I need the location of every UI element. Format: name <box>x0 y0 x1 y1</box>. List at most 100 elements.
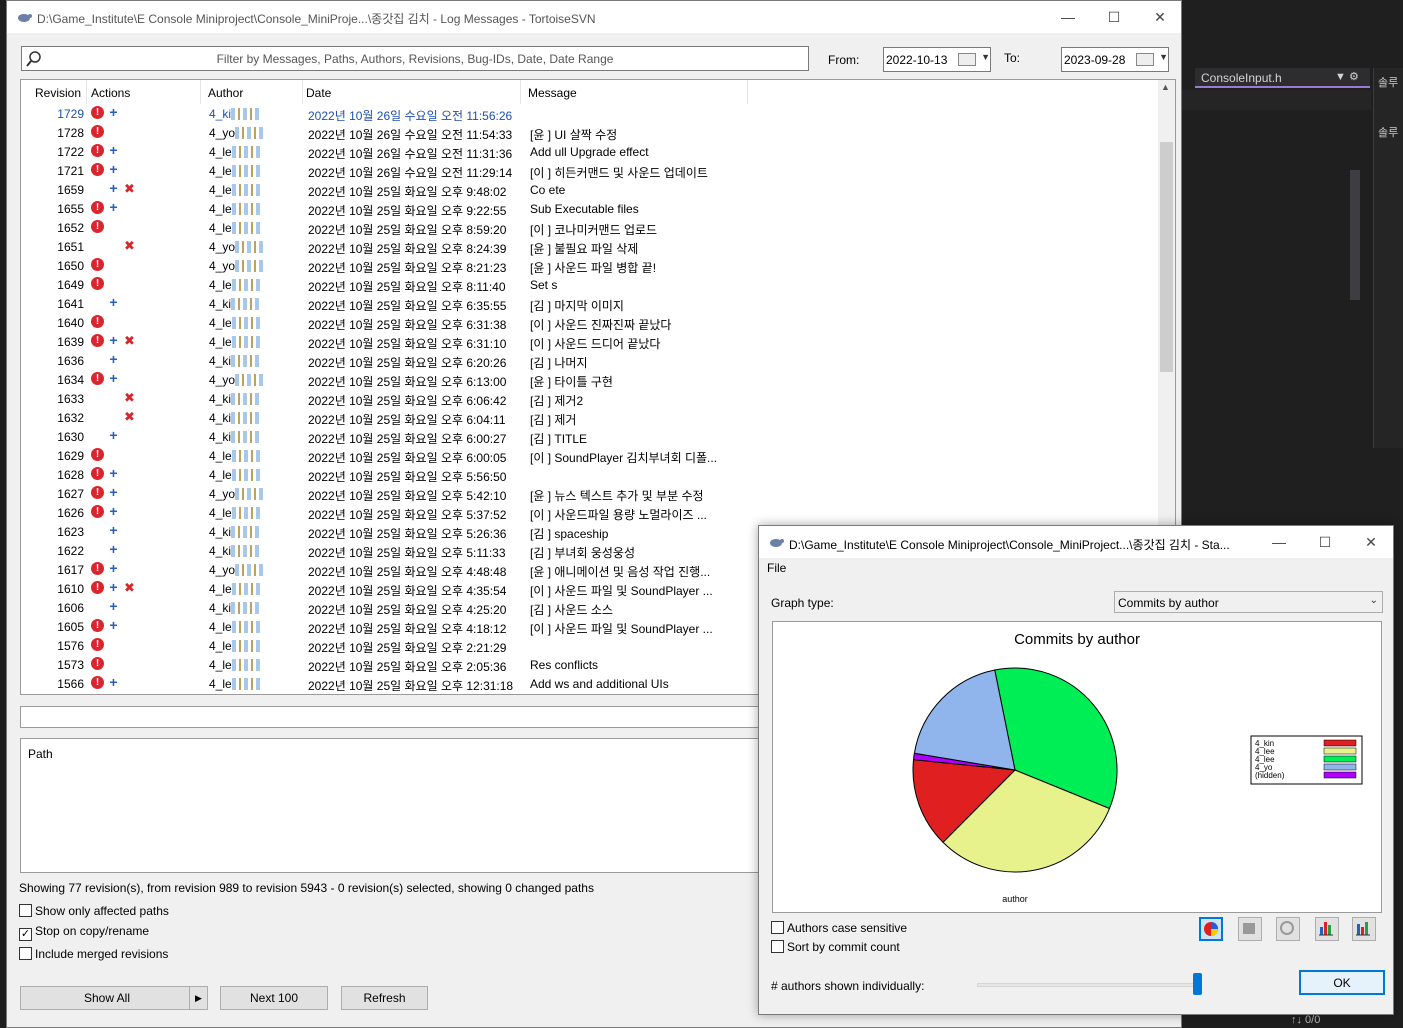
actions-cell: + <box>91 543 181 559</box>
pie-chart-icon[interactable] <box>1199 917 1223 941</box>
table-row[interactable]: 1640! 4_le 2022년 10월 25일 화요일 오후 6:31:38 [이 … <box>21 313 751 332</box>
date-cell: 2022년 10월 25일 화요일 오후 2:21:29 <box>308 641 507 655</box>
show-affected-paths-checkbox[interactable]: Show only affected paths <box>19 904 169 918</box>
table-row[interactable]: 1617! +4_yo 2022년 10월 25일 화요일 오후 4:48:48 [윤… <box>21 560 751 579</box>
table-row[interactable]: 1651 ✖ 4_yo 2022년 10월 25일 화요일 오후 8:24:39 [윤 … <box>21 237 751 256</box>
to-date-picker[interactable]: 2023-09-28 ▼ <box>1061 47 1169 72</box>
calendar-icon[interactable] <box>958 53 976 66</box>
redacted-block <box>235 374 266 386</box>
column-header-author[interactable]: Author <box>208 80 303 104</box>
revision-cell: 1632 <box>57 411 84 425</box>
stats-title-bar[interactable]: D:\Game_Institute\E Console Miniproject\… <box>759 526 1393 558</box>
table-row[interactable]: 1722! +4_le 2022년 10월 26일 수요일 오전 11:31:36 A… <box>21 142 751 161</box>
scroll-up-icon[interactable]: ▲ <box>1161 82 1170 92</box>
table-row[interactable]: 1729! +4_ki 2022년 10월 26일 수요일 오전 11:56:26 <box>21 104 751 123</box>
table-row[interactable]: 1576! 4_le 2022년 10월 25일 화요일 오후 2:21:29 <box>21 636 751 655</box>
table-row[interactable]: 1659 + ✖ 4_le 2022년 10월 25일 화요일 오후 9:48:02 Co… <box>21 180 751 199</box>
column-header-revision[interactable]: Revision <box>35 80 87 104</box>
chevron-down-icon[interactable]: ▼ <box>1159 52 1168 62</box>
table-row[interactable]: 1652! 4_le 2022년 10월 25일 화요일 오후 8:59:20 [이 … <box>21 218 751 237</box>
checkbox-box[interactable] <box>19 947 32 960</box>
table-row[interactable]: 1628! +4_le 2022년 10월 25일 화요일 오후 5:56:50 <box>21 465 751 484</box>
ide-tab-icons[interactable]: ▼ ⚙ <box>1335 70 1359 83</box>
calendar-icon[interactable] <box>1136 53 1154 66</box>
table-row[interactable]: 1622 +4_ki 2022년 10월 25일 화요일 오후 5:11:33 [김 … <box>21 541 751 560</box>
table-row[interactable]: 1632 ✖ 4_ki 2022년 10월 25일 화요일 오후 6:04:11 [김 … <box>21 408 751 427</box>
authors-slider-thumb[interactable] <box>1193 973 1202 995</box>
sort-by-count-checkbox[interactable]: Sort by commit count <box>771 940 900 954</box>
message-cell: [윤 ] 불필요 파일 삭제 <box>530 242 639 256</box>
author-cell: 4_le <box>209 658 297 672</box>
table-row[interactable]: 1650! 4_yo 2022년 10월 25일 화요일 오후 8:21:23 [윤 … <box>21 256 751 275</box>
message-cell: Sub Executable files <box>530 202 639 216</box>
include-merged-checkbox[interactable]: Include merged revisions <box>19 947 168 961</box>
table-row[interactable]: 1630 +4_ki 2022년 10월 25일 화요일 오후 6:00:27 [김 … <box>21 427 751 446</box>
table-row[interactable]: 1633 ✖ 4_ki 2022년 10월 25일 화요일 오후 6:06:42 [김 … <box>21 389 751 408</box>
actions-cell: ! <box>91 657 181 673</box>
table-row[interactable]: 1629! 4_le 2022년 10월 25일 화요일 오후 6:00:05 [이 … <box>21 446 751 465</box>
chevron-right-icon[interactable]: ▶ <box>189 987 207 1009</box>
path-column-header[interactable]: Path <box>28 747 53 761</box>
column-header-actions[interactable]: Actions <box>91 80 201 104</box>
stats-maximize-button[interactable]: ☐ <box>1302 530 1348 554</box>
checkbox-box[interactable]: ✓ <box>19 928 32 941</box>
table-row[interactable]: 1636 +4_ki 2022년 10월 25일 화요일 오후 6:20:26 [김 … <box>21 351 751 370</box>
graph-type-select[interactable]: Commits by author ⌄ <box>1114 591 1383 613</box>
table-row[interactable]: 1627! +4_yo 2022년 10월 25일 화요일 오후 5:42:10 [윤… <box>21 484 751 503</box>
revision-cell: 1566 <box>57 677 84 691</box>
checkbox-box[interactable] <box>771 921 784 934</box>
stats-close-button[interactable]: ✕ <box>1348 530 1394 554</box>
revision-cell: 1634 <box>57 373 84 387</box>
table-row[interactable]: 1566! +4_le 2022년 10월 25일 화요일 오후 12:31:18 A… <box>21 674 751 693</box>
show-all-button[interactable]: Show All ▶ <box>20 986 208 1010</box>
stats-minimize-button[interactable]: — <box>1256 530 1302 554</box>
table-row[interactable]: 1639! + ✖ 4_le 2022년 10월 25일 화요일 오후 6:31:10 [… <box>21 332 751 351</box>
stop-on-copy-checkbox[interactable]: ✓ Stop on copy/rename <box>19 924 149 941</box>
table-row[interactable]: 1721! +4_le 2022년 10월 26일 수요일 오전 11:29:14[… <box>21 161 751 180</box>
from-date-picker[interactable]: 2022-10-13 ▼ <box>883 47 991 72</box>
stats-window-title: D:\Game_Institute\E Console Miniproject\… <box>789 538 1230 552</box>
actions-cell: ! + ✖ <box>91 581 181 597</box>
modified-icon: ! <box>91 467 104 480</box>
table-row[interactable]: 1649! 4_le 2022년 10월 25일 화요일 오후 8:11:40 Set… <box>21 275 751 294</box>
table-row[interactable]: 1573! 4_le 2022년 10월 25일 화요일 오후 2:05:36 Res… <box>21 655 751 674</box>
maximize-button[interactable]: ☐ <box>1091 5 1137 29</box>
column-header-message[interactable]: Message <box>528 80 748 104</box>
redacted-block <box>231 355 262 367</box>
chevron-down-icon[interactable]: ⌄ <box>1370 595 1378 606</box>
table-row[interactable]: 1606 +4_ki 2022년 10월 25일 화요일 오후 4:25:20 [김 … <box>21 598 751 617</box>
table-row[interactable]: 1728! 4_yo 2022년 10월 26일 수요일 오전 11:54:33 [윤… <box>21 123 751 142</box>
grouped-bar-icon[interactable] <box>1352 917 1376 941</box>
table-row[interactable]: 1626! +4_le 2022년 10월 25일 화요일 오후 5:37:52 [이… <box>21 503 751 522</box>
ok-button[interactable]: OK <box>1299 970 1385 995</box>
author-name: 4_ki <box>209 107 232 121</box>
title-bar[interactable]: D:\Game_Institute\E Console Miniproject\… <box>7 1 1181 33</box>
table-row[interactable]: 1605! +4_le 2022년 10월 25일 화요일 오후 4:18:12 [이… <box>21 617 751 636</box>
scroll-thumb[interactable] <box>1160 142 1173 372</box>
message-cell: [윤 ] UI 살짝 수정 <box>530 128 618 142</box>
table-row[interactable]: 1610! + ✖ 4_le 2022년 10월 25일 화요일 오후 4:35:54 [… <box>21 579 751 598</box>
revision-cell: 1628 <box>57 468 84 482</box>
next-100-button[interactable]: Next 100 <box>220 986 328 1010</box>
checkbox-box[interactable] <box>771 940 784 953</box>
column-header-date[interactable]: Date <box>306 80 521 104</box>
ide-scrollbar[interactable] <box>1350 170 1360 300</box>
sync-icon[interactable] <box>1276 917 1300 941</box>
refresh-button[interactable]: Refresh <box>341 986 428 1010</box>
menu-file[interactable]: File <box>767 561 786 575</box>
authors-slider-track[interactable] <box>977 983 1199 987</box>
table-row[interactable]: 1655! +4_le 2022년 10월 25일 화요일 오후 9:22:55 Su… <box>21 199 751 218</box>
bar-chart-icon[interactable] <box>1315 917 1339 941</box>
table-row[interactable]: 1641 +4_ki 2022년 10월 25일 화요일 오후 6:35:55 [김 … <box>21 294 751 313</box>
stacked-area-icon[interactable] <box>1238 917 1262 941</box>
authors-case-sensitive-checkbox[interactable]: Authors case sensitive <box>771 921 907 935</box>
filter-input[interactable]: Filter by Messages, Paths, Authors, Revi… <box>21 46 809 71</box>
table-row[interactable]: 1623 +4_ki 2022년 10월 25일 화요일 오후 5:26:36 [김 … <box>21 522 751 541</box>
chevron-down-icon[interactable]: ▼ <box>981 52 990 62</box>
checkbox-box[interactable] <box>19 904 32 917</box>
message-cell: Add ull Upgrade effect <box>530 145 649 159</box>
minimize-button[interactable]: — <box>1045 5 1091 29</box>
revision-cell: 1722 <box>57 145 84 159</box>
close-button[interactable]: ✕ <box>1137 5 1183 29</box>
table-row[interactable]: 1634! +4_yo 2022년 10월 25일 화요일 오후 6:13:00 [윤… <box>21 370 751 389</box>
